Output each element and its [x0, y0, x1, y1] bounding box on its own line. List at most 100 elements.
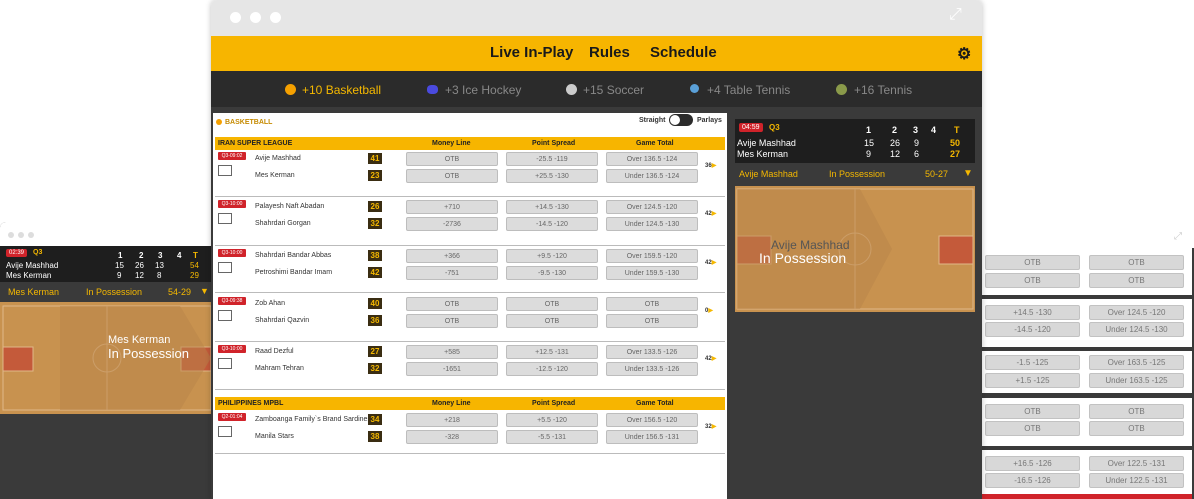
col-point-spread: Point Spread	[532, 400, 576, 407]
sport-tab-soccer[interactable]: +15 Soccer	[583, 83, 644, 97]
soccer-ball-icon	[566, 84, 577, 95]
period-score: 9	[914, 138, 920, 148]
point-spread-home[interactable]: -25.5 -119	[506, 152, 598, 166]
game-total-over[interactable]: Over 136.5 -124	[606, 152, 698, 166]
money-line-home[interactable]: +710	[406, 200, 498, 214]
point-spread-home[interactable]: +5.5 -120	[506, 413, 598, 427]
money-line-home[interactable]: OTB	[406, 297, 498, 311]
money-line-away[interactable]: OTB	[406, 169, 498, 183]
odds-cell[interactable]: Under 122.5 -131	[1089, 473, 1184, 488]
chevron-right-icon: ▶	[711, 356, 717, 362]
period-header: 3	[913, 125, 919, 135]
parlay-toggle[interactable]	[669, 114, 693, 126]
money-line-home[interactable]: OTB	[406, 152, 498, 166]
divider	[215, 245, 725, 246]
col-money-line: Money Line	[432, 140, 471, 147]
more-count: 42	[705, 356, 712, 362]
point-spread-away[interactable]: -12.5 -120	[506, 362, 598, 376]
team-home: Avije Mashhad	[255, 155, 301, 162]
odds-cell[interactable]: OTB	[1089, 255, 1184, 270]
sport-tab-ice-hockey[interactable]: +3 Ice Hockey	[445, 83, 521, 97]
game-total-under[interactable]: Under 124.5 -130	[606, 217, 698, 231]
divider	[215, 389, 725, 390]
expand-icon[interactable]: ⤢	[949, 6, 962, 24]
odds-cell[interactable]: OTB	[985, 273, 1080, 288]
nav-live-in-play[interactable]: Live In-Play	[490, 44, 573, 61]
game-total-under[interactable]: Under 156.5 -131	[606, 430, 698, 444]
money-line-home[interactable]: +218	[406, 413, 498, 427]
court-possession: In Possession	[108, 346, 189, 361]
point-spread-away[interactable]: -9.5 -130	[506, 266, 598, 280]
money-line-away[interactable]: -328	[406, 430, 498, 444]
money-line-away[interactable]: -1651	[406, 362, 498, 376]
point-spread-away[interactable]: OTB	[506, 314, 598, 328]
game-total-over[interactable]: OTB	[606, 297, 698, 311]
odds-cell[interactable]: -14.5 -120	[985, 322, 1080, 337]
more-count: 42	[705, 260, 712, 266]
more-markets-link[interactable]: 42▶	[705, 259, 716, 266]
money-line-away[interactable]: -751	[406, 266, 498, 280]
nav-rules[interactable]: Rules	[589, 44, 630, 61]
odds-cell[interactable]: -16.5 -126	[985, 473, 1080, 488]
odds-cell[interactable]: +14.5 -130	[985, 305, 1080, 320]
nav-schedule[interactable]: Schedule	[650, 44, 717, 61]
sport-tab-table-tennis[interactable]: +4 Table Tennis	[707, 83, 790, 97]
odds-cell[interactable]: OTB	[985, 421, 1080, 436]
odds-cell[interactable]: +1.5 -125	[985, 373, 1080, 388]
point-spread-home[interactable]: OTB	[506, 297, 598, 311]
odds-cell[interactable]: Under 163.5 -125	[1089, 373, 1184, 388]
game-total-under[interactable]: Under 159.5 -130	[606, 266, 698, 280]
odds-cell[interactable]: Over 124.5 -120	[1089, 305, 1184, 320]
odds-cell[interactable]: OTB	[1089, 421, 1184, 436]
money-line-away[interactable]: -2736	[406, 217, 498, 231]
more-markets-link[interactable]: 32▶	[705, 423, 716, 430]
dropdown-caret-icon[interactable]: ▼	[200, 286, 209, 296]
point-spread-home[interactable]: +14.5 -130	[506, 200, 598, 214]
more-markets-link[interactable]: 36▶	[705, 162, 716, 169]
point-spread-away[interactable]: -5.5 -131	[506, 430, 598, 444]
odds-cell[interactable]: +16.5 -126	[985, 456, 1080, 471]
sport-tab-basketball[interactable]: +10 Basketball	[302, 83, 381, 97]
more-count: 36	[705, 163, 712, 169]
window-chrome: ⤢	[211, 0, 982, 36]
odds-cell[interactable]: Over 163.5 -125	[1089, 355, 1184, 370]
point-spread-home[interactable]: +9.5 -120	[506, 249, 598, 263]
team-home: Zamboanga Family`s Brand Sardines	[255, 416, 371, 423]
game-total-under[interactable]: Under 136.5 -124	[606, 169, 698, 183]
odds-cell[interactable]: Under 124.5 -130	[1089, 322, 1184, 337]
window-dot	[8, 232, 14, 238]
gear-icon[interactable]: ⚙	[957, 44, 971, 64]
point-spread-away[interactable]: +25.5 -130	[506, 169, 598, 183]
point-spread-away[interactable]: -14.5 -120	[506, 217, 598, 231]
odds-cell[interactable]: OTB	[985, 255, 1080, 270]
game-total-under[interactable]: Under 133.5 -126	[606, 362, 698, 376]
main-window: ⤢ Live In-Play Rules Schedule ⚙ +10 Bask…	[211, 0, 982, 499]
divider	[215, 196, 725, 197]
odds-cell[interactable]: OTB	[985, 404, 1080, 419]
odds-cell[interactable]: OTB	[1089, 404, 1184, 419]
game-total-under[interactable]: OTB	[606, 314, 698, 328]
sport-tab-tennis[interactable]: +16 Tennis	[854, 83, 912, 97]
court-visual: Mes Kerman In Possession	[0, 302, 215, 414]
team-away: Shahrdari Gorgan	[255, 220, 311, 227]
team-name: Avije Mashhad	[6, 261, 59, 270]
content-area: BASKETBALL Straight Parlays IRAN SUPER L…	[211, 107, 982, 499]
money-line-home[interactable]: +366	[406, 249, 498, 263]
point-spread-home[interactable]: +12.5 -131	[506, 345, 598, 359]
more-markets-link[interactable]: 42▶	[705, 210, 716, 217]
more-markets-link[interactable]: 0▶	[705, 307, 713, 314]
score-away: 32	[368, 363, 382, 374]
game-total-over[interactable]: Over 156.5 -120	[606, 413, 698, 427]
money-line-away[interactable]: OTB	[406, 314, 498, 328]
dropdown-caret-icon[interactable]: ▼	[963, 168, 973, 179]
game-total-over[interactable]: Over 133.5 -126	[606, 345, 698, 359]
odds-cell[interactable]: OTB	[1089, 273, 1184, 288]
money-line-home[interactable]: +585	[406, 345, 498, 359]
game-total-over[interactable]: Over 159.5 -120	[606, 249, 698, 263]
more-markets-link[interactable]: 42▶	[705, 355, 716, 362]
odds-cell[interactable]: Over 122.5 -131	[1089, 456, 1184, 471]
odds-cell[interactable]: -1.5 -125	[985, 355, 1080, 370]
game-total-over[interactable]: Over 124.5 -120	[606, 200, 698, 214]
straight-label: Straight	[639, 117, 666, 124]
expand-icon[interactable]: ⤢	[1174, 231, 1182, 242]
